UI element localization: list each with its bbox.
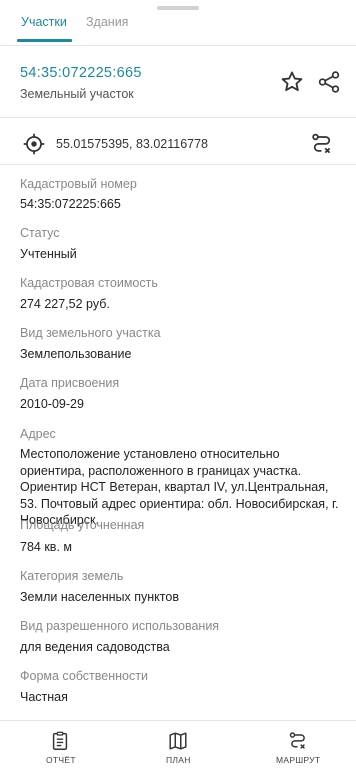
- field-value-cadastral-value: 274 227,52 руб.: [20, 297, 110, 311]
- coords-divider: [0, 164, 356, 165]
- nav-route-label: МАРШРУТ: [276, 755, 321, 765]
- field-label-cadastral-number: Кадастровый номер: [20, 177, 137, 191]
- route-nav-icon: [287, 730, 309, 752]
- field-value-area: 784 кв. м: [20, 540, 72, 554]
- field-label-plot-type: Вид земельного участка: [20, 326, 161, 340]
- field-value-plot-type: Землепользование: [20, 347, 132, 361]
- location-target-icon[interactable]: [21, 131, 47, 157]
- field-value-land-category: Земли населенных пунктов: [20, 590, 179, 604]
- tab-divider: [0, 45, 356, 46]
- share-icon[interactable]: [316, 69, 342, 95]
- tab-bar: Участки Здания: [0, 0, 356, 46]
- field-label-assignment-date: Дата присвоения: [20, 376, 120, 390]
- nav-report-label: ОТЧЁТ: [46, 755, 76, 765]
- active-tab-indicator: [17, 39, 72, 42]
- cadastral-number-title: 54:35:072225:665: [20, 65, 142, 81]
- field-value-address: Местоположение установлено относительно …: [20, 447, 339, 527]
- field-value-cadastral-number: 54:35:072225:665: [20, 197, 121, 211]
- nav-plan-button[interactable]: ПЛАН: [150, 721, 206, 768]
- report-icon: [49, 730, 71, 752]
- coordinates-value[interactable]: 55.01575395, 83.02116778: [56, 137, 208, 151]
- field-value-assignment-date: 2010-09-29: [20, 397, 84, 411]
- field-value-ownership: Частная: [20, 690, 68, 704]
- drag-handle[interactable]: [157, 6, 199, 10]
- nav-plan-label: ПЛАН: [166, 755, 191, 765]
- tab-buildings[interactable]: Здания: [86, 15, 128, 29]
- tab-plots[interactable]: Участки: [21, 15, 67, 29]
- field-value-permitted-use: для ведения садоводства: [20, 640, 170, 654]
- field-value-status: Учтенный: [20, 247, 77, 261]
- header-divider: [0, 117, 356, 118]
- field-label-ownership: Форма собственности: [20, 669, 148, 683]
- bottom-navigation: ОТЧЁТ ПЛАН МАРШРУТ: [0, 720, 356, 768]
- field-label-permitted-use: Вид разрешенного использования: [20, 619, 220, 633]
- route-icon[interactable]: [309, 131, 335, 157]
- field-label-status: Статус: [20, 226, 60, 240]
- field-label-cadastral-value: Кадастровая стоимость: [20, 276, 158, 290]
- map-icon: [167, 730, 189, 752]
- field-label-area: Площадь уточненная: [20, 518, 145, 532]
- nav-route-button[interactable]: МАРШРУТ: [266, 721, 330, 768]
- field-label-land-category: Категория земель: [20, 569, 124, 583]
- favorite-star-icon[interactable]: [279, 69, 305, 95]
- field-label-address: Адрес: [20, 427, 56, 441]
- object-type: Земельный участок: [20, 87, 134, 101]
- nav-report-button[interactable]: ОТЧЁТ: [32, 721, 88, 768]
